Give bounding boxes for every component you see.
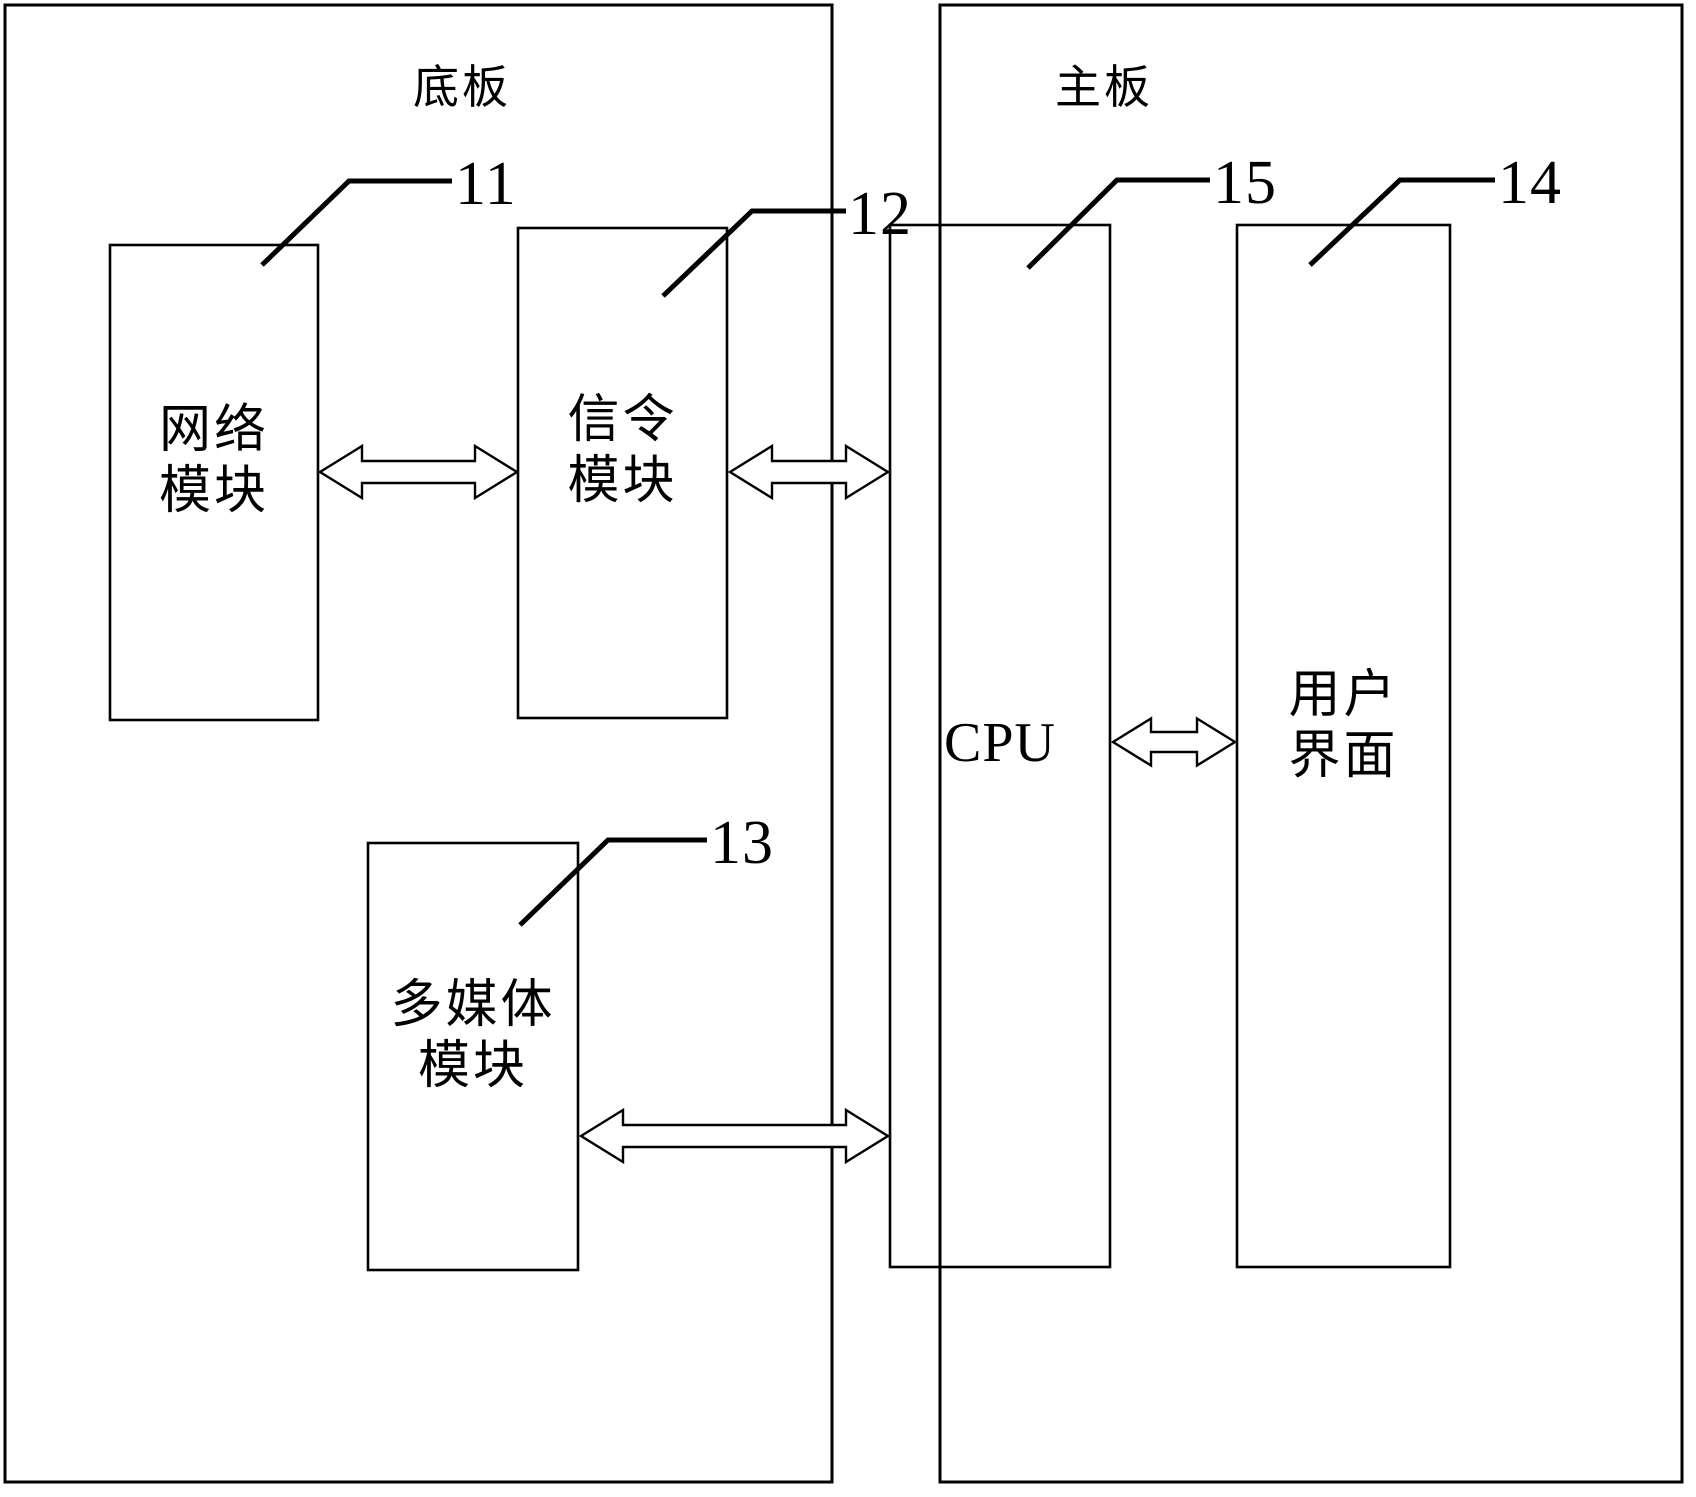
leader-line-12 [661,208,846,298]
connector-arrow-multimedia-to-cpu [578,1107,891,1165]
leader-lines-group [260,177,1495,927]
panel-baseplate-border [3,3,834,1484]
connector-arrow-signaling-to-cpu [727,443,891,501]
block-label-cpu: CPU [944,712,1056,774]
reference-number-15: 15 [1213,149,1277,217]
leader-line-11 [260,178,452,267]
reference-number-13: 13 [710,809,774,877]
block-label-signaling-module: 信令 模块 [567,390,678,512]
block-label-multimedia-module: 多媒体 模块 [390,975,556,1097]
connector-arrow-cpu-to-user-interface [1110,716,1238,768]
leader-line-13 [518,837,707,927]
block-label-network-module: 网络 模块 [158,400,269,522]
figure-canvas: 底板 主板 11 网络 模块 12 信令 模块 13 多媒体 模块 15 CPU 14 用户 界面 [0,0,1696,1497]
panel-label-baseplate: 底板 [413,60,511,114]
leader-line-14 [1308,177,1495,267]
block-label-user-interface: 用户 界面 [1288,665,1399,787]
reference-number-11: 11 [455,150,517,218]
reference-number-14: 14 [1498,149,1562,217]
reference-number-12: 12 [848,180,912,248]
connector-arrow-network-to-signaling [317,443,520,501]
panel-label-mainboard: 主板 [1055,60,1153,114]
